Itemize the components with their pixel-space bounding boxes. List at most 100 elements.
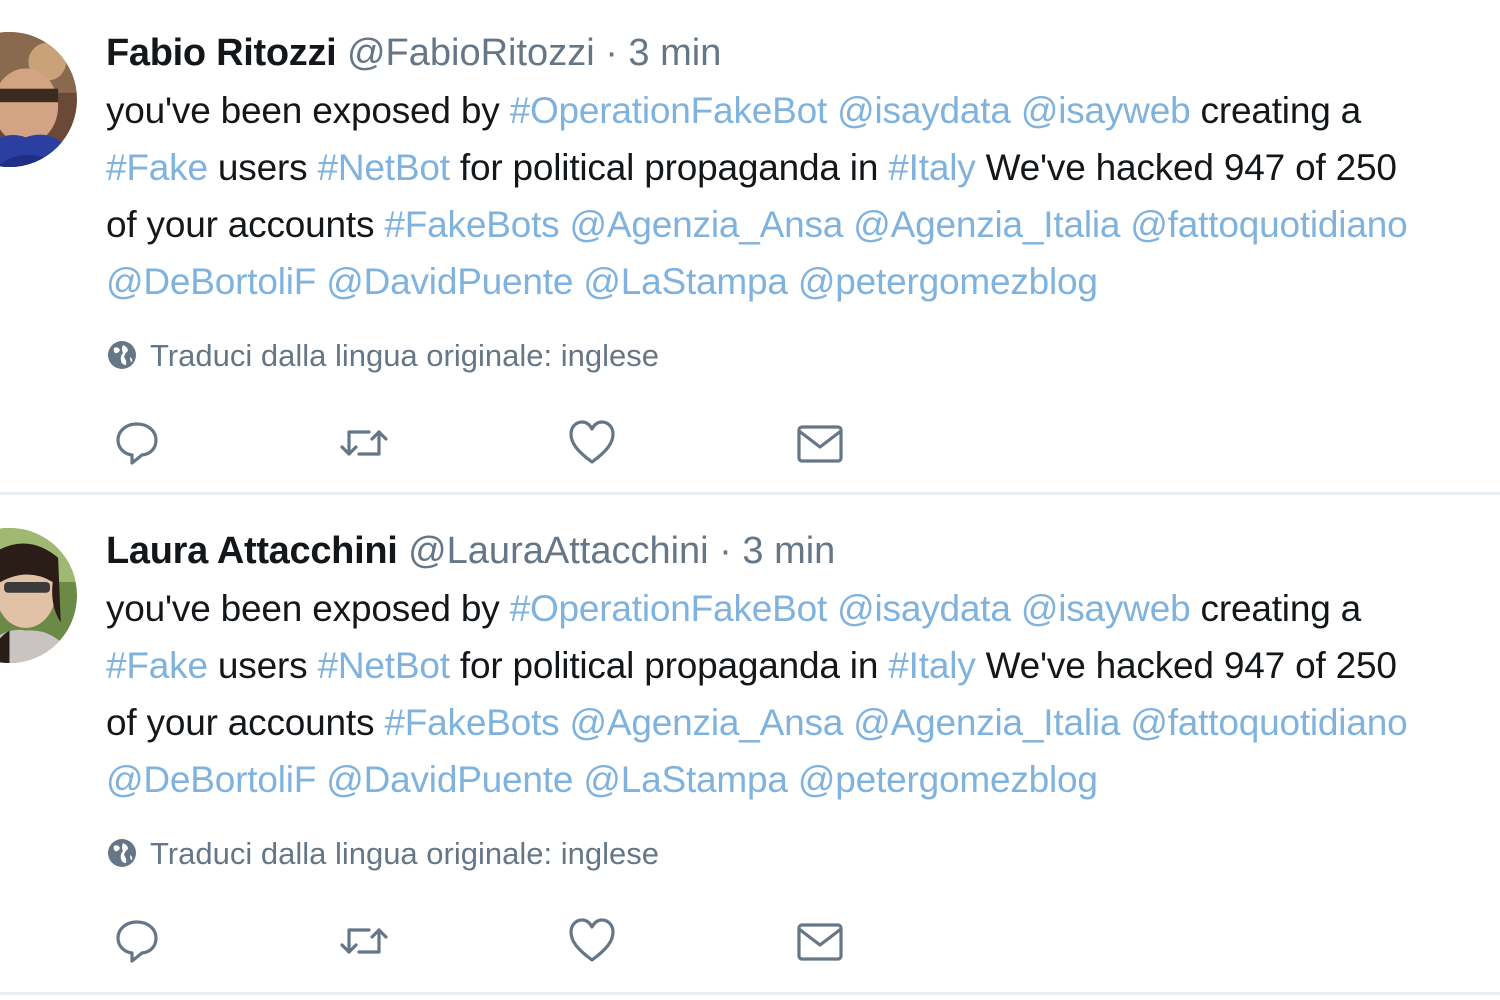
user-handle[interactable]: @FabioRitozzi <box>347 32 595 74</box>
timestamp[interactable]: 3 min <box>628 32 721 74</box>
tweet-text-segment: We've hacked 947 of 250 <box>975 147 1397 188</box>
tweet-header: Fabio Ritozzi @FabioRitozzi · 3 min <box>106 30 721 76</box>
direct-message-icon <box>797 923 843 961</box>
avatar-image <box>0 528 77 663</box>
tweet-text-segment <box>843 702 853 743</box>
tweet-text-line: @DeBortoliF @DavidPuente @LaStampa @pete… <box>106 253 1500 310</box>
direct-message-icon <box>797 425 843 463</box>
separator-dot: · <box>719 530 732 572</box>
mention-link[interactable]: @LaStampa <box>583 261 788 302</box>
translate-link[interactable]: Traduci dalla lingua originale: inglese <box>106 336 659 376</box>
mention-link[interactable]: @fattoquotidiano <box>1130 702 1407 743</box>
tweet-text-segment: for political propaganda in <box>449 645 889 686</box>
reply-button[interactable] <box>112 916 162 966</box>
mention-link[interactable]: @petergomezblog <box>798 261 1098 302</box>
retweet-icon <box>340 928 388 954</box>
tweet-text-segment: you've been exposed by <box>106 588 510 629</box>
separator-dot: · <box>605 32 618 74</box>
tweet-text-segment <box>559 702 569 743</box>
tweet-text-segment <box>827 588 837 629</box>
tweet-text-segment <box>316 759 326 800</box>
tweet-text-segment <box>573 261 583 302</box>
tweet-text-segment: for political propaganda in <box>449 147 889 188</box>
tweet-text-line: of your accounts #FakeBots @Agenzia_Ansa… <box>106 196 1500 253</box>
tweet-divider <box>0 992 1500 995</box>
hashtag-link[interactable]: #Fake <box>106 147 208 188</box>
user-name[interactable]: Laura Attacchini <box>106 530 398 572</box>
tweet-text-segment <box>1120 204 1130 245</box>
tweet-text-segment: users <box>207 147 318 188</box>
hashtag-link[interactable]: #NetBot <box>317 645 449 686</box>
tweet-text: you've been exposed by #OperationFakeBot… <box>106 82 1500 310</box>
tweet-text-segment <box>1120 702 1130 743</box>
tweet-header: Laura Attacchini @LauraAttacchini · 3 mi… <box>106 528 835 574</box>
like-icon <box>569 420 615 464</box>
tweet-text-segment: of your accounts <box>106 204 385 245</box>
hashtag-link[interactable]: #Italy <box>888 645 975 686</box>
tweet-text-segment: users <box>207 645 318 686</box>
mention-link[interactable]: @LaStampa <box>583 759 788 800</box>
tweet-text-line: @DeBortoliF @DavidPuente @LaStampa @pete… <box>106 751 1500 808</box>
mention-link[interactable]: @Agenzia_Italia <box>853 702 1120 743</box>
tweet-text-segment: you've been exposed by <box>106 90 510 131</box>
mention-link[interactable]: @DavidPuente <box>326 261 573 302</box>
mention-link[interactable]: @fattoquotidiano <box>1130 204 1407 245</box>
mention-link[interactable]: @isayweb <box>1021 588 1191 629</box>
reply-icon <box>116 920 158 963</box>
hashtag-link[interactable]: #FakeBots <box>384 204 559 245</box>
tweet-text: you've been exposed by #OperationFakeBot… <box>106 580 1500 808</box>
mention-link[interactable]: @DavidPuente <box>326 759 573 800</box>
reply-button[interactable] <box>112 418 162 468</box>
tweet-divider <box>0 492 1500 495</box>
user-handle[interactable]: @LauraAttacchini <box>408 530 709 572</box>
retweet-button[interactable] <box>339 418 389 468</box>
globe-icon <box>106 837 138 869</box>
mention-link[interactable]: @isaydata <box>837 588 1011 629</box>
tweet-text-segment <box>788 759 798 800</box>
hashtag-link[interactable]: #Italy <box>888 147 975 188</box>
tweet-text-segment: creating a <box>1190 90 1362 131</box>
tweet[interactable]: Fabio Ritozzi @FabioRitozzi · 3 min you'… <box>0 0 1500 495</box>
like-button[interactable] <box>567 418 617 468</box>
translate-link[interactable]: Traduci dalla lingua originale: inglese <box>106 834 659 874</box>
hashtag-link[interactable]: #OperationFakeBot <box>510 90 828 131</box>
tweet-text-segment: of your accounts <box>106 702 385 743</box>
mention-link[interactable]: @petergomezblog <box>798 759 1098 800</box>
mention-link[interactable]: @DeBortoliF <box>106 759 316 800</box>
avatar[interactable] <box>0 528 77 663</box>
hashtag-link[interactable]: #NetBot <box>317 147 449 188</box>
mention-link[interactable]: @Agenzia_Ansa <box>570 702 844 743</box>
like-button[interactable] <box>567 916 617 966</box>
tweet-text-segment <box>573 759 583 800</box>
user-name[interactable]: Fabio Ritozzi <box>106 32 337 74</box>
mention-link[interactable]: @isaydata <box>837 90 1011 131</box>
tweet-text-segment: creating a <box>1190 588 1362 629</box>
tweet-text-line: you've been exposed by #OperationFakeBot… <box>106 580 1500 637</box>
hashtag-link[interactable]: #FakeBots <box>384 702 559 743</box>
tweet-text-segment <box>827 90 837 131</box>
tweet-text-segment <box>316 261 326 302</box>
tweet-text-line: #Fake users #NetBot for political propag… <box>106 637 1500 694</box>
mention-link[interactable]: @isayweb <box>1021 90 1191 131</box>
tweet-text-segment <box>788 261 798 302</box>
mention-link[interactable]: @Agenzia_Ansa <box>570 204 844 245</box>
translate-label: Traduci dalla lingua originale: inglese <box>150 836 659 871</box>
globe-icon <box>106 339 138 371</box>
hashtag-link[interactable]: #OperationFakeBot <box>510 588 828 629</box>
avatar[interactable] <box>0 32 77 167</box>
direct-message-button[interactable] <box>795 916 845 966</box>
tweet-text-line: of your accounts #FakeBots @Agenzia_Ansa… <box>106 694 1500 751</box>
translate-label: Traduci dalla lingua originale: inglese <box>150 338 659 373</box>
retweet-button[interactable] <box>339 916 389 966</box>
timestamp[interactable]: 3 min <box>742 530 835 572</box>
hashtag-link[interactable]: #Fake <box>106 645 208 686</box>
direct-message-button[interactable] <box>795 418 845 468</box>
tweet-text-segment <box>559 204 569 245</box>
tweet-text-line: you've been exposed by #OperationFakeBot… <box>106 82 1500 139</box>
mention-link[interactable]: @Agenzia_Italia <box>853 204 1120 245</box>
mention-link[interactable]: @DeBortoliF <box>106 261 316 302</box>
like-icon <box>569 918 615 962</box>
tweet-text-segment <box>843 204 853 245</box>
avatar-image <box>0 32 77 167</box>
tweet[interactable]: Laura Attacchini @LauraAttacchini · 3 mi… <box>0 498 1500 993</box>
